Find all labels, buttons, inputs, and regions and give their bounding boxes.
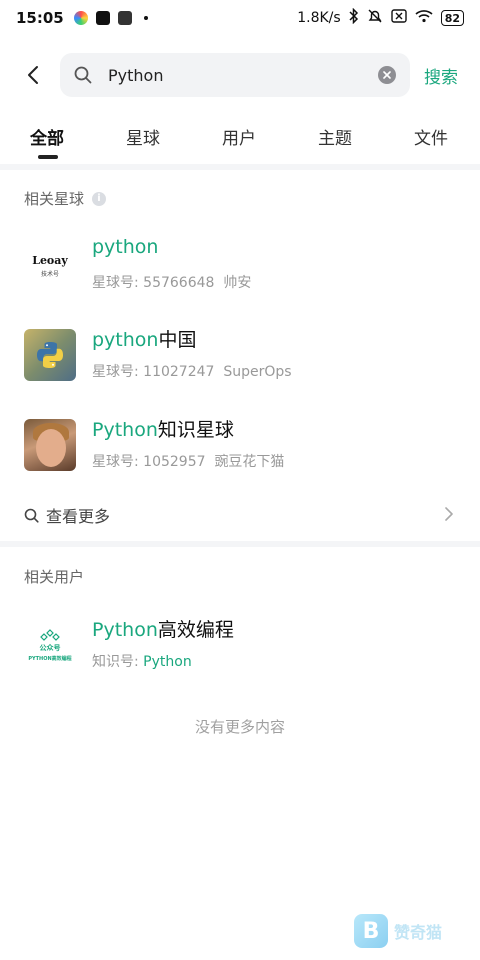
section-title-planets: 相关星球 i	[24, 188, 107, 209]
tab-topics[interactable]: 主题	[318, 124, 352, 149]
title-highlight: Python	[92, 619, 158, 641]
category-tabs: 全部 星球 用户 主题 文件	[0, 118, 480, 164]
planet-title: python中国	[92, 325, 196, 352]
user-id: Python	[143, 654, 192, 670]
watermark-text: 赞奇猫	[394, 923, 443, 942]
planet-meta: 星球号: 55766648 帅安	[92, 272, 251, 292]
tab-all[interactable]: 全部	[30, 124, 64, 149]
bluetooth-icon	[349, 7, 359, 28]
tab-users[interactable]: 用户	[222, 124, 256, 149]
search-submit-button[interactable]: 搜索	[424, 63, 458, 88]
title-highlight: Python	[92, 419, 158, 441]
wifi-icon	[415, 9, 433, 27]
planet-title: python	[92, 236, 158, 258]
title-highlight: python	[92, 329, 159, 351]
list-item-planet[interactable]: python中国 星球号: 11027247 SuperOps	[0, 325, 480, 385]
list-item-planet[interactable]: Python知识星球 星球号: 1052957 豌豆花下猫	[0, 415, 480, 475]
section-divider	[0, 541, 480, 547]
search-icon	[24, 507, 40, 523]
id-label: 星球号:	[92, 454, 139, 470]
watermark-icon: B	[354, 914, 388, 948]
tab-files[interactable]: 文件	[414, 124, 448, 149]
planet-owner: 豌豆花下猫	[214, 454, 285, 470]
clear-search-button[interactable]	[378, 66, 396, 84]
tiktok-icon	[95, 11, 110, 25]
id-label: 星球号:	[92, 364, 139, 380]
no-more-content-text: 没有更多内容	[194, 718, 285, 736]
back-button[interactable]	[18, 60, 48, 90]
active-tab-indicator	[38, 155, 58, 159]
status-time: 15:05	[16, 9, 64, 27]
title-rest: 知识星球	[157, 419, 234, 441]
list-item-user[interactable]: 公众号 PYTHON高效编程 Python高效编程 知识号: Python	[0, 615, 480, 675]
planet-id: 1052957	[143, 454, 206, 470]
planet-id: 55766648	[143, 275, 215, 291]
person-photo-avatar	[24, 419, 76, 471]
more-notifications-dot	[143, 16, 148, 20]
watermark-logo: B 赞奇猫	[354, 914, 442, 948]
section-title-text: 相关星球	[24, 190, 85, 208]
info-icon[interactable]: i	[92, 191, 107, 206]
planet-meta: 星球号: 11027247 SuperOps	[92, 361, 292, 381]
title-rest: 中国	[158, 329, 197, 351]
planet-owner: SuperOps	[223, 364, 292, 380]
avatar-logo-text: Leoay	[32, 254, 68, 267]
planet-owner: 帅安	[223, 275, 252, 291]
list-item-planet[interactable]: Leoay 技术号 python 星球号: 55766648 帅安	[0, 236, 480, 296]
tab-planets[interactable]: 星球	[126, 124, 160, 149]
close-icon	[383, 71, 391, 79]
title-rest: 高效编程	[157, 619, 234, 641]
planet-meta: 星球号: 1052957 豌豆花下猫	[92, 451, 284, 471]
user-meta: 知识号: Python	[92, 651, 192, 671]
search-input[interactable]: Python	[60, 53, 410, 97]
avatar-logo-subtext: 技术号	[40, 271, 59, 278]
section-title-users: 相关用户	[24, 566, 84, 587]
app-notification-icon	[117, 11, 132, 25]
python-logo-icon	[24, 329, 76, 381]
planet-id: 11027247	[143, 364, 215, 380]
search-icon	[74, 65, 94, 85]
mute-bell-icon	[367, 8, 383, 28]
user-title: Python高效编程	[92, 615, 234, 642]
title-highlight: python	[92, 236, 159, 258]
search-bar-row: Python 搜索	[0, 52, 480, 98]
section-title-text: 相关用户	[24, 568, 85, 586]
see-more-label: 查看更多	[46, 507, 111, 526]
planet-avatar: Leoay 技术号	[24, 240, 76, 292]
app-notification-icon	[73, 11, 88, 25]
id-label: 星球号:	[92, 275, 139, 291]
see-more-row[interactable]: 查看更多	[0, 500, 480, 530]
network-speed: 1.8K/s	[297, 10, 341, 26]
planet-title: Python知识星球	[92, 415, 234, 442]
avatar-logo-subtext: PYTHON高效编程	[28, 655, 72, 662]
chevron-right-icon	[444, 506, 458, 524]
wechat-official-logo-icon: 公众号 PYTHON高效编程	[24, 619, 76, 671]
search-query-text: Python	[108, 65, 164, 85]
battery-indicator: 82	[440, 10, 464, 26]
status-bar: 15:05 1.8K/s 82	[0, 0, 480, 36]
sim-off-icon	[390, 9, 407, 27]
section-divider	[0, 164, 480, 170]
avatar-logo-text: 公众号	[39, 643, 61, 652]
id-label: 知识号:	[92, 654, 139, 670]
chevron-left-icon	[28, 66, 38, 84]
